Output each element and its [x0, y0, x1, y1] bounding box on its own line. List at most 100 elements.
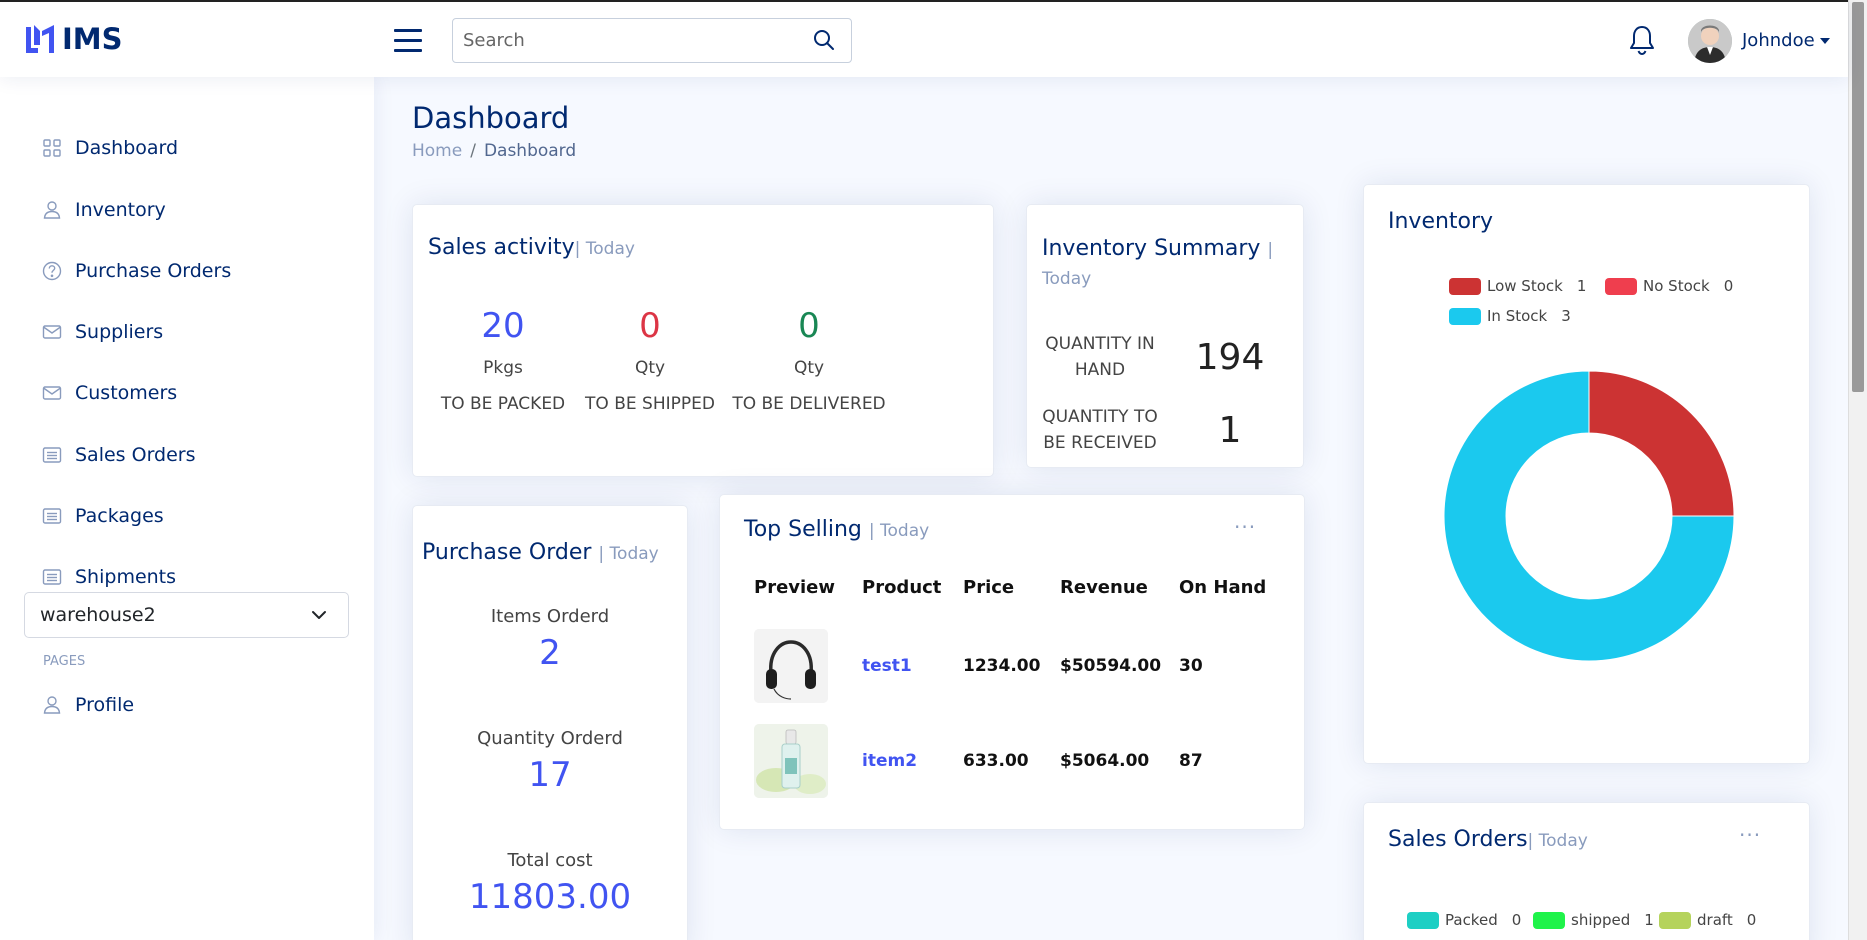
pages-heading: PAGES	[43, 654, 86, 669]
sidebar-item-shipments[interactable]: Shipments	[40, 557, 176, 597]
list-icon	[40, 504, 64, 528]
sidebar-item-dashboard[interactable]: Dashboard	[40, 128, 178, 168]
caret-down-icon	[1819, 38, 1830, 44]
preview-cell	[754, 618, 862, 713]
legend-label: In Stock	[1487, 307, 1548, 325]
sales-legend-item[interactable]: Packed 0	[1407, 911, 1531, 929]
to-be-packed-stat[interactable]: 20 Pkgs TO BE PACKED	[423, 306, 583, 414]
warehouse-selected-value: warehouse2	[40, 604, 156, 626]
top-selling-table: Preview Product Price Revenue On Hand te…	[754, 577, 1269, 808]
card-title-text: Sales activity	[428, 235, 575, 260]
legend-label: Packed	[1445, 911, 1498, 929]
product-thumbnail[interactable]	[754, 628, 828, 703]
column-header: Revenue	[1060, 577, 1148, 598]
user-menu-dropdown[interactable]: Johndoe	[1742, 30, 1830, 51]
headphones-image	[754, 628, 828, 703]
brand-logo[interactable]: IMS	[24, 22, 123, 56]
donut-slice-low-stock[interactable]	[1588, 371, 1734, 517]
to-be-delivered-stat[interactable]: 0 Qty TO BE DELIVERED	[729, 306, 889, 414]
legend-count: 1	[1644, 911, 1654, 929]
sidebar-item-packages[interactable]: Packages	[40, 496, 164, 536]
sales-orders-title: Sales Orders| Today	[1388, 827, 1588, 852]
sidebar-item-profile[interactable]: Profile	[40, 685, 134, 725]
to-be-shipped-stat[interactable]: 0 Qty TO BE SHIPPED	[570, 306, 730, 414]
search-bar	[452, 18, 852, 63]
product-link[interactable]: test1	[862, 656, 912, 676]
person-icon	[40, 693, 64, 717]
chart-legend-item[interactable]: In Stock 3	[1449, 307, 1585, 325]
scrollbar-thumb[interactable]	[1852, 2, 1864, 392]
legend-label: shipped	[1571, 911, 1631, 929]
sidebar-item-label: Sales Orders	[75, 444, 196, 466]
quantity-in-hand-row: QUANTITY IN HAND 194	[1035, 331, 1295, 383]
product-thumbnail[interactable]	[754, 723, 828, 798]
serum-bottle-image	[754, 723, 828, 798]
sidebar-item-customers[interactable]: Customers	[40, 373, 177, 413]
sales-orders-menu-button[interactable]: ...	[1739, 817, 1761, 841]
sidebar-item-suppliers[interactable]: Suppliers	[40, 312, 163, 352]
stat-value: 17	[528, 755, 572, 795]
hamburger-bar	[394, 49, 422, 52]
legend-count: 1	[1576, 277, 1587, 295]
card-title-period: | Today	[1527, 831, 1588, 851]
legend-count: 0	[1511, 911, 1522, 929]
stat-unit: Pkgs	[483, 358, 523, 378]
breadcrumb-separator: /	[470, 141, 476, 161]
stat-value: 0	[798, 306, 820, 346]
stat-label: Total cost	[507, 850, 593, 871]
sales-orders-card: Sales Orders| Today ... Packed 0 shipped…	[1363, 802, 1810, 940]
stat-value: 11803.00	[468, 877, 632, 917]
sidebar-item-sales-orders[interactable]: Sales Orders	[40, 435, 196, 475]
top-selling-menu-button[interactable]: ...	[1234, 509, 1256, 533]
bell-icon	[1630, 26, 1654, 56]
top-selling-title: Top Selling | Today	[744, 517, 929, 542]
hamburger-bar	[394, 39, 422, 42]
sidebar-item-inventory[interactable]: Inventory	[40, 190, 166, 230]
sidebar-item-label: Dashboard	[75, 137, 179, 159]
card-title-period: | Today	[574, 239, 635, 259]
sidebar-item-label: Profile	[75, 694, 135, 716]
revenue-cell: $50594.00	[1060, 655, 1162, 676]
card-title-period: | Today	[598, 544, 659, 564]
stat-label: TO BE SHIPPED	[585, 394, 715, 414]
search-input[interactable]	[453, 19, 793, 62]
legend-swatch	[1449, 307, 1481, 325]
sales-legend-item[interactable]: draft 0	[1659, 911, 1770, 929]
table-header-row: Preview Product Price Revenue On Hand	[754, 577, 1269, 618]
legend-count: 0	[1746, 911, 1757, 929]
inventory-summary-title: Inventory Summary | Today	[1042, 235, 1297, 293]
user-avatar[interactable]	[1688, 19, 1732, 63]
stat-unit: Qty	[634, 358, 666, 378]
toggle-sidebar-button[interactable]	[394, 29, 422, 52]
breadcrumb-home-link[interactable]: Home	[412, 141, 462, 161]
question-circle-icon	[40, 259, 64, 283]
sidebar-item-label: Shipments	[75, 566, 177, 588]
list-icon	[40, 565, 64, 589]
column-header: Price	[963, 577, 1015, 598]
page-scrollbar[interactable]	[1848, 0, 1867, 940]
items-ordered-stat: Items Orderd 2	[413, 606, 687, 673]
card-title-text: Sales Orders	[1388, 827, 1528, 852]
search-button[interactable]	[813, 29, 837, 53]
stat-label: TO BE PACKED	[440, 394, 566, 414]
chevron-down-icon	[312, 611, 326, 619]
column-header: Preview	[754, 577, 836, 598]
chart-legend-item[interactable]: No Stock 0	[1605, 277, 1747, 295]
top-selling-card: Top Selling | Today ... Preview Product …	[719, 494, 1305, 830]
envelope-icon	[40, 381, 64, 405]
on-hand-cell: 30	[1179, 655, 1203, 676]
legend-count: 0	[1723, 277, 1734, 295]
card-title-text: Inventory Summary	[1042, 236, 1261, 261]
product-link[interactable]: item2	[862, 751, 917, 771]
notifications-button[interactable]	[1628, 24, 1656, 60]
legend-swatch	[1605, 277, 1637, 295]
inventory-chart-card: Inventory Low Stock 1 No Stock 0 In Stoc…	[1363, 184, 1810, 764]
quantity-to-be-received-row: QUANTITY TO BE RECEIVED 1	[1035, 404, 1295, 456]
sales-legend-item[interactable]: shipped 1	[1533, 911, 1664, 929]
stat-label: TO BE DELIVERED	[732, 394, 886, 414]
sidebar: Dashboard Inventory Purchase Orders Supp…	[0, 77, 374, 940]
sidebar-item-purchase-orders[interactable]: Purchase Orders	[40, 251, 231, 291]
warehouse-select[interactable]: warehouse2	[24, 592, 349, 638]
column-header: Product	[862, 577, 942, 598]
chart-legend-item[interactable]: Low Stock 1	[1449, 277, 1600, 295]
